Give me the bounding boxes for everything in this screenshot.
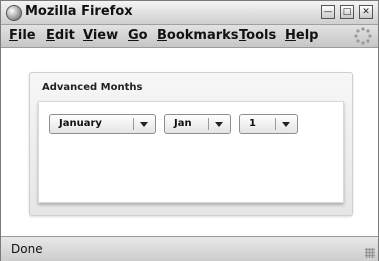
menu-file[interactable]: File bbox=[9, 28, 36, 43]
minimize-icon: — bbox=[323, 7, 333, 17]
menu-bookmarks[interactable]: Bookmarks bbox=[157, 28, 239, 43]
month-full-dropdown[interactable]: January bbox=[49, 114, 156, 134]
groupbox-panel: January Jan 1 bbox=[38, 101, 344, 203]
menu-view[interactable]: View bbox=[83, 28, 118, 43]
browser-window: Mozilla Firefox — □ ✕ File Edit View Go … bbox=[0, 0, 379, 261]
advanced-months-groupbox: Advanced Months January Jan 1 bbox=[29, 72, 353, 216]
resize-grip-icon[interactable] bbox=[365, 248, 375, 258]
menu-tools[interactable]: Tools bbox=[239, 28, 276, 43]
menu-bar: File Edit View Go Bookmarks Tools Help bbox=[1, 25, 378, 48]
groupbox-title: Advanced Months bbox=[42, 82, 143, 93]
menu-go[interactable]: Go bbox=[128, 28, 148, 43]
chevron-down-icon bbox=[215, 122, 223, 127]
chevron-down-icon bbox=[282, 122, 290, 127]
month-short-dropdown[interactable]: Jan bbox=[164, 114, 231, 134]
window-title: Mozilla Firefox bbox=[25, 4, 133, 19]
dropdown-value: Jan bbox=[174, 118, 192, 129]
title-bar[interactable]: Mozilla Firefox — □ ✕ bbox=[1, 1, 378, 25]
status-bar: Done bbox=[1, 236, 378, 261]
chevron-down-icon bbox=[140, 122, 148, 127]
dropdown-separator bbox=[275, 118, 276, 130]
close-icon: ✕ bbox=[362, 7, 370, 17]
status-text: Done bbox=[11, 242, 43, 256]
page-content: Advanced Months January Jan 1 bbox=[1, 48, 378, 235]
month-number-dropdown[interactable]: 1 bbox=[239, 114, 298, 134]
close-button[interactable]: ✕ bbox=[359, 5, 373, 19]
maximize-icon: □ bbox=[342, 7, 352, 17]
menu-help[interactable]: Help bbox=[285, 28, 318, 43]
dropdown-value: 1 bbox=[249, 118, 256, 129]
dropdown-value: January bbox=[59, 118, 102, 129]
dropdown-separator bbox=[208, 118, 209, 130]
maximize-button[interactable]: □ bbox=[340, 5, 354, 19]
dropdown-separator bbox=[133, 118, 134, 130]
minimize-button[interactable]: — bbox=[321, 5, 335, 19]
menu-edit[interactable]: Edit bbox=[46, 28, 75, 43]
throbber-icon bbox=[354, 27, 372, 45]
firefox-globe-icon bbox=[6, 5, 22, 21]
